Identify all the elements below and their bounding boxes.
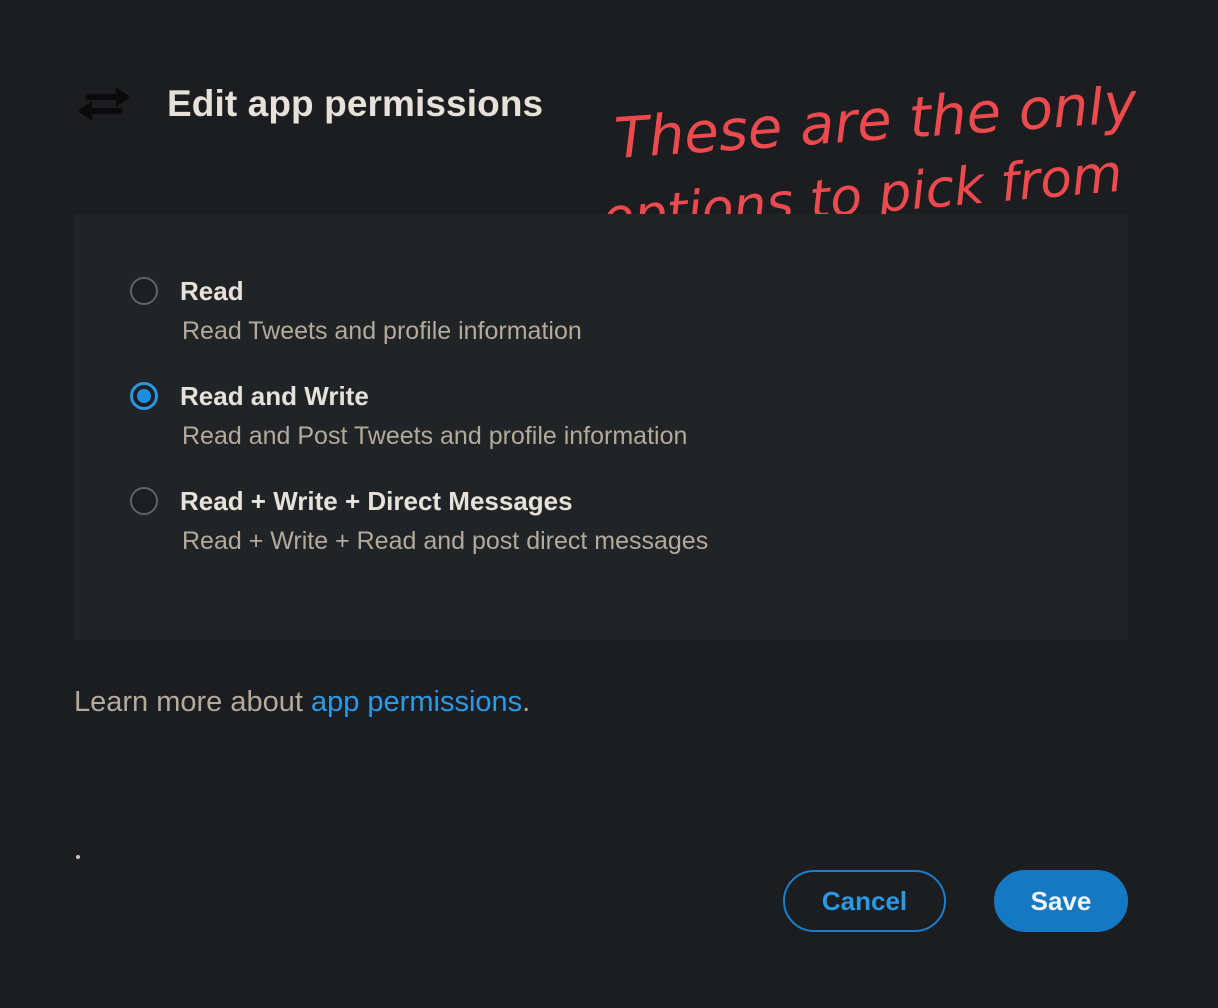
learn-more-suffix: . [522, 686, 531, 718]
learn-more-text: Learn more about app permissions. [74, 686, 530, 719]
page-title: Edit app permissions [167, 83, 544, 124]
option-read-write-dm[interactable]: Read + Write + Direct Messages Read + Wr… [130, 486, 1030, 566]
option-read[interactable]: Read Read Tweets and profile information [130, 276, 1030, 356]
option-read-write-dm-description: Read + Write + Read and post direct mess… [182, 527, 709, 555]
radio-read[interactable] [130, 277, 158, 305]
learn-more-prefix: Learn more about [74, 686, 311, 718]
radio-read-write[interactable] [130, 382, 158, 410]
option-read-write-dm-label: Read + Write + Direct Messages [180, 486, 573, 516]
radio-read-write-dm[interactable] [130, 487, 158, 515]
annotation-line-1: These are the only [612, 86, 1139, 172]
stray-dot [76, 855, 80, 859]
permissions-options-panel: Read Read Tweets and profile information… [74, 214, 1128, 640]
option-read-label: Read [180, 276, 244, 306]
option-read-write[interactable]: Read and Write Read and Post Tweets and … [130, 381, 1030, 461]
swap-arrows-icon [74, 74, 134, 134]
dialog-header: Edit app permissions [74, 74, 543, 134]
option-read-description: Read Tweets and profile information [182, 317, 582, 345]
option-read-write-description: Read and Post Tweets and profile informa… [182, 422, 688, 450]
save-button[interactable]: Save [994, 870, 1128, 932]
option-read-write-label: Read and Write [180, 381, 369, 411]
app-permissions-link[interactable]: app permissions [311, 686, 522, 718]
cancel-button[interactable]: Cancel [783, 870, 946, 932]
